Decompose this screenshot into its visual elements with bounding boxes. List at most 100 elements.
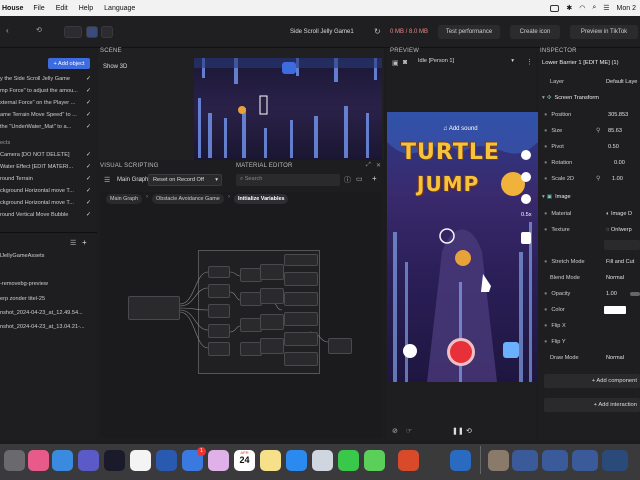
graph-node[interactable]: [240, 268, 262, 282]
app-menu[interactable]: House: [2, 5, 23, 12]
texture-options-button[interactable]: [604, 240, 640, 250]
minimized-window-dock-icon[interactable]: [602, 450, 628, 471]
graph-node[interactable]: [328, 338, 352, 354]
checkmark-icon[interactable]: ✓: [86, 200, 92, 206]
whatsapp-dock-icon[interactable]: [338, 450, 359, 471]
calendar-dock-icon[interactable]: APR 24: [234, 450, 255, 471]
add-interaction-button[interactable]: + Add interaction: [544, 398, 640, 412]
menu-icon[interactable]: ☰: [104, 176, 110, 184]
minimized-window-dock-icon[interactable]: [512, 450, 538, 471]
menu-file[interactable]: File: [33, 5, 44, 12]
add-object-button[interactable]: + Add object: [48, 58, 90, 69]
notes-dock-icon[interactable]: [260, 450, 281, 471]
object-item[interactable]: round Vertical Move Bubble ✓: [0, 209, 94, 220]
close-icon[interactable]: ✕: [376, 162, 381, 169]
mail-dock-icon[interactable]: 1: [182, 447, 206, 471]
graph-node[interactable]: [260, 338, 284, 354]
checkmark-icon[interactable]: ✓: [86, 76, 92, 82]
timer-icon[interactable]: [521, 232, 531, 244]
wifi-icon[interactable]: ◠: [579, 4, 585, 12]
link-icon[interactable]: ⚲: [596, 175, 600, 182]
material-editor-header[interactable]: MATERIAL EDITOR: [236, 163, 293, 169]
restart-icon[interactable]: ⟲: [466, 427, 472, 435]
app-store-dock-icon[interactable]: [286, 450, 307, 471]
battery-icon[interactable]: [550, 4, 560, 12]
checkmark-icon[interactable]: ✓: [86, 100, 92, 106]
speed-icon[interactable]: [521, 172, 531, 182]
graph-node[interactable]: [128, 296, 180, 320]
screen-transform-header[interactable]: ▾ ✣ Screen Transform: [540, 91, 640, 105]
menu-help[interactable]: Help: [79, 5, 93, 12]
more-icon[interactable]: ⋮: [526, 58, 533, 66]
size-value[interactable]: 85.63: [608, 128, 622, 134]
safari-dock-icon[interactable]: [52, 450, 73, 471]
graph-canvas[interactable]: Main Graph › Obstacle Avoidance Game › I…: [100, 192, 382, 438]
expand-icon[interactable]: ⤢: [366, 162, 371, 169]
flip-camera-icon[interactable]: [521, 150, 531, 160]
main-graph-label[interactable]: Main Graph: [117, 177, 148, 183]
launchpad-dock-icon[interactable]: [28, 450, 49, 471]
grid-icon[interactable]: ▭: [356, 175, 363, 183]
object-item[interactable]: Camera [DO NOT DELETE] ✓: [0, 149, 94, 160]
back-icon[interactable]: ‹: [6, 26, 14, 35]
spotlight-icon[interactable]: ⌕: [592, 4, 596, 12]
image-header[interactable]: ▾ ▣ Image: [540, 190, 640, 204]
add-sound-label[interactable]: ♫ Add sound: [443, 126, 478, 132]
scale-value[interactable]: 1.00: [612, 176, 623, 182]
draw-mode-value[interactable]: Normal: [606, 355, 624, 361]
word-dock-icon[interactable]: [156, 450, 177, 471]
asset-item[interactable]: nshot_2024-04-23_at_13.04.21-...: [0, 324, 85, 336]
gallery-icon[interactable]: [503, 342, 519, 358]
refresh-icon[interactable]: ↻: [374, 27, 381, 36]
asset-item[interactable]: lJellyGameAssets: [0, 253, 44, 265]
opacity-slider[interactable]: [630, 292, 640, 296]
graph-icon[interactable]: ⇄: [138, 176, 143, 183]
graph-node[interactable]: [208, 266, 230, 278]
compass-icon[interactable]: ⊘: [392, 427, 398, 435]
object-item[interactable]: round Terrain ✓: [0, 173, 94, 184]
material-value[interactable]: ◐ Image D: [606, 211, 632, 217]
scene-viewport[interactable]: [194, 58, 382, 160]
graph-node[interactable]: [260, 314, 284, 330]
minimized-window-dock-icon[interactable]: [572, 450, 598, 471]
finder-dock-icon[interactable]: [424, 450, 445, 471]
speed-label[interactable]: 0.5x: [521, 212, 532, 218]
show-3d-toggle[interactable]: Show 3D: [103, 64, 127, 70]
checkmark-icon[interactable]: ✓: [86, 112, 92, 118]
rotation-value[interactable]: 0.00: [614, 160, 625, 166]
layout-toggle-1[interactable]: [64, 26, 82, 38]
layout-toggle-3[interactable]: [101, 26, 113, 38]
record-button[interactable]: [447, 338, 475, 366]
pivot-value[interactable]: 0.50: [608, 144, 619, 150]
phpstorm-dock-icon[interactable]: [104, 450, 125, 471]
settings-dock-icon[interactable]: [4, 450, 25, 471]
add-component-button[interactable]: + Add component: [544, 374, 640, 388]
person-select[interactable]: Idle [Person 1] ▾: [418, 58, 518, 68]
effects-icon[interactable]: [403, 344, 417, 358]
graph-node[interactable]: [284, 254, 318, 266]
checkmark-icon[interactable]: ✓: [86, 176, 92, 182]
object-name[interactable]: Lower Barrier 1 [EDIT ME] (1): [542, 60, 619, 66]
blend-value[interactable]: Normal: [606, 275, 624, 281]
checkmark-icon[interactable]: ✓: [86, 164, 92, 170]
lens-studio-dock-icon[interactable]: [130, 450, 151, 471]
object-item[interactable]: ckground Horizontal move T... ✓: [0, 185, 94, 196]
link-icon[interactable]: ⚲: [596, 127, 600, 134]
history-icon[interactable]: ⟲: [36, 26, 42, 34]
preview-viewport[interactable]: ♫ Add sound TURTLE JUMP 0.5x: [387, 112, 538, 382]
object-item[interactable]: ame Terrain Move Speed" to ... ✓: [0, 109, 94, 120]
checkmark-icon[interactable]: ✓: [86, 88, 92, 94]
graph-node[interactable]: [240, 318, 262, 332]
quicktime-dock-icon[interactable]: [450, 450, 471, 471]
pause-icon[interactable]: ❚❚: [452, 427, 464, 435]
texture-value[interactable]: ◌ Onlwerp: [606, 227, 632, 233]
clock[interactable]: Mon 2: [617, 5, 636, 12]
create-icon-button[interactable]: Create icon: [510, 25, 560, 39]
graph-node[interactable]: [208, 342, 230, 356]
graph-node[interactable]: [284, 312, 318, 326]
checkmark-icon[interactable]: ✓: [86, 152, 92, 158]
color-swatch[interactable]: [604, 306, 626, 314]
preview-tiktok-button[interactable]: Preview in TikTok: [570, 25, 638, 39]
device-icon[interactable]: ▣: [392, 59, 399, 67]
messages-dock-icon[interactable]: [364, 450, 385, 471]
